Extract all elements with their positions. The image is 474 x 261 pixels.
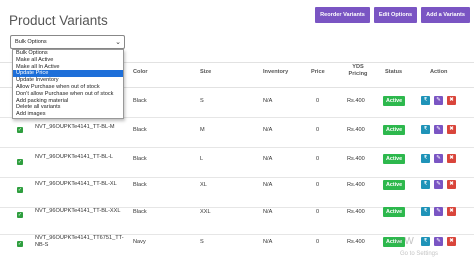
bulk-option[interactable]: Update Inventory: [13, 77, 123, 84]
variant-price: 0: [316, 239, 320, 245]
trash-icon[interactable]: ✖: [447, 154, 456, 163]
variant-yds-price: Rs.400: [347, 156, 365, 162]
header-yds-pricing: YDS Pricing: [348, 64, 368, 77]
variant-color: Black: [133, 127, 147, 133]
header-color: Color: [133, 69, 148, 75]
page-title: Product Variants: [9, 13, 108, 28]
rupee-icon[interactable]: ₹: [421, 207, 430, 216]
variant-color: Black: [133, 156, 147, 162]
checkmark-icon[interactable]: ✓: [17, 212, 23, 218]
rupee-icon[interactable]: ₹: [421, 125, 430, 134]
variant-inventory: N/A: [263, 239, 273, 245]
rupee-icon[interactable]: ₹: [421, 237, 430, 246]
variant-inventory: N/A: [263, 156, 273, 162]
trash-icon[interactable]: ✖: [447, 207, 456, 216]
add-variant-button[interactable]: Add a Variants: [421, 7, 470, 23]
trash-icon[interactable]: ✖: [447, 180, 456, 189]
variant-sku: NVT_96OUPKTe4141_TT-BL-M: [35, 124, 115, 130]
status-badge[interactable]: Active: [383, 207, 406, 217]
variant-sku: NVT_96OUPKTe4141_TT6751_TT- NB-S: [35, 235, 124, 248]
reorder-variants-button[interactable]: Reorder Variants: [315, 7, 370, 23]
bulk-option[interactable]: Make all In Active: [13, 64, 123, 71]
checkmark-icon[interactable]: ✓: [17, 127, 23, 133]
variant-yds-price: Rs.400: [347, 127, 365, 133]
table-row: ✓ NVT_96OUPKTe4141_TT-BL-L Black L N/A 0…: [0, 148, 474, 178]
variant-size: XXL: [200, 209, 211, 215]
variant-price: 0: [316, 127, 320, 133]
activation-watermark: e W: [396, 236, 414, 247]
bulk-option[interactable]: Delete all variants: [13, 104, 123, 111]
bulk-options-dropdown: Bulk Options Make all Active Make all In…: [12, 49, 124, 119]
table-row: ✓ NVT_96OUPKTe4141_TT-BL-M Black M N/A 0…: [0, 118, 474, 148]
trash-icon[interactable]: ✖: [447, 96, 456, 105]
variant-price: 0: [316, 156, 320, 162]
rupee-icon[interactable]: ₹: [421, 154, 430, 163]
variant-price: 0: [316, 209, 320, 215]
checkmark-icon[interactable]: ✓: [17, 159, 23, 165]
bulk-option[interactable]: Don't allow Purchase when out of stock: [13, 91, 123, 98]
bulk-option[interactable]: Make all Active: [13, 57, 123, 64]
status-badge[interactable]: Active: [383, 154, 406, 164]
pencil-icon[interactable]: ✎: [434, 207, 443, 216]
status-badge[interactable]: Active: [383, 96, 406, 106]
variant-size: M: [200, 127, 205, 133]
rupee-icon[interactable]: ₹: [421, 96, 430, 105]
header-inventory: Inventory: [263, 69, 289, 75]
variant-color: Black: [133, 209, 147, 215]
variant-yds-price: Rs.400: [347, 239, 365, 245]
bulk-option[interactable]: Allow Purchase when out of stock: [13, 84, 123, 91]
bulk-options-select[interactable]: Bulk Options ⌄: [10, 35, 125, 49]
variant-price: 0: [316, 98, 320, 104]
bulk-options-value: Bulk Options: [15, 39, 47, 45]
pencil-icon[interactable]: ✎: [434, 154, 443, 163]
pencil-icon[interactable]: ✎: [434, 237, 443, 246]
checkmark-icon[interactable]: ✓: [17, 187, 23, 193]
bulk-option[interactable]: Add packing material: [13, 98, 123, 105]
variant-yds-price: Rs.400: [347, 98, 365, 104]
bulk-option-highlighted[interactable]: Update Price: [13, 70, 123, 78]
variant-color: Black: [133, 98, 147, 104]
variant-inventory: N/A: [263, 209, 273, 215]
pencil-icon[interactable]: ✎: [434, 125, 443, 134]
variant-size: S: [200, 98, 204, 104]
activation-watermark-sub: Go to Settings: [400, 251, 439, 257]
checkmark-icon[interactable]: ✓: [17, 241, 23, 247]
variant-inventory: N/A: [263, 127, 273, 133]
variant-inventory: N/A: [263, 182, 273, 188]
bulk-option[interactable]: Add images: [13, 111, 123, 118]
variant-yds-price: Rs.400: [347, 209, 365, 215]
variant-sku: NVT_96OUPKTe4141_TT-BL-L: [35, 154, 114, 160]
variant-color: Black: [133, 182, 147, 188]
variant-yds-price: Rs.400: [347, 182, 365, 188]
trash-icon[interactable]: ✖: [447, 237, 456, 246]
pencil-icon[interactable]: ✎: [434, 96, 443, 105]
variant-color: Navy: [133, 239, 146, 245]
variant-price: 0: [316, 182, 320, 188]
top-actions: Reorder Variants Edit Options Add a Vari…: [315, 7, 470, 23]
pencil-icon[interactable]: ✎: [434, 180, 443, 189]
variant-sku: NVT_96OUPKTe4141_TT-BL-XL: [35, 181, 117, 187]
header-action: Action: [430, 69, 448, 75]
chevron-down-icon: ⌄: [115, 39, 121, 46]
variant-size: S: [200, 239, 204, 245]
variant-sku: NVT_96OUPKTe4141_TT-BL-XXL: [35, 208, 121, 214]
header-price: Price: [311, 69, 325, 75]
header-status: Status: [385, 69, 403, 75]
status-badge[interactable]: Active: [383, 180, 406, 190]
table-row: ✓ NVT_96OUPKTe4141_TT-BL-XL Black XL N/A…: [0, 178, 474, 208]
variant-size: L: [200, 156, 204, 162]
variant-inventory: N/A: [263, 98, 273, 104]
rupee-icon[interactable]: ₹: [421, 180, 430, 189]
variant-size: XL: [200, 182, 207, 188]
bulk-option[interactable]: Bulk Options: [13, 50, 123, 57]
edit-options-button[interactable]: Edit Options: [373, 7, 418, 23]
status-badge[interactable]: Active: [383, 125, 406, 135]
header-size: Size: [200, 69, 212, 75]
trash-icon[interactable]: ✖: [447, 125, 456, 134]
